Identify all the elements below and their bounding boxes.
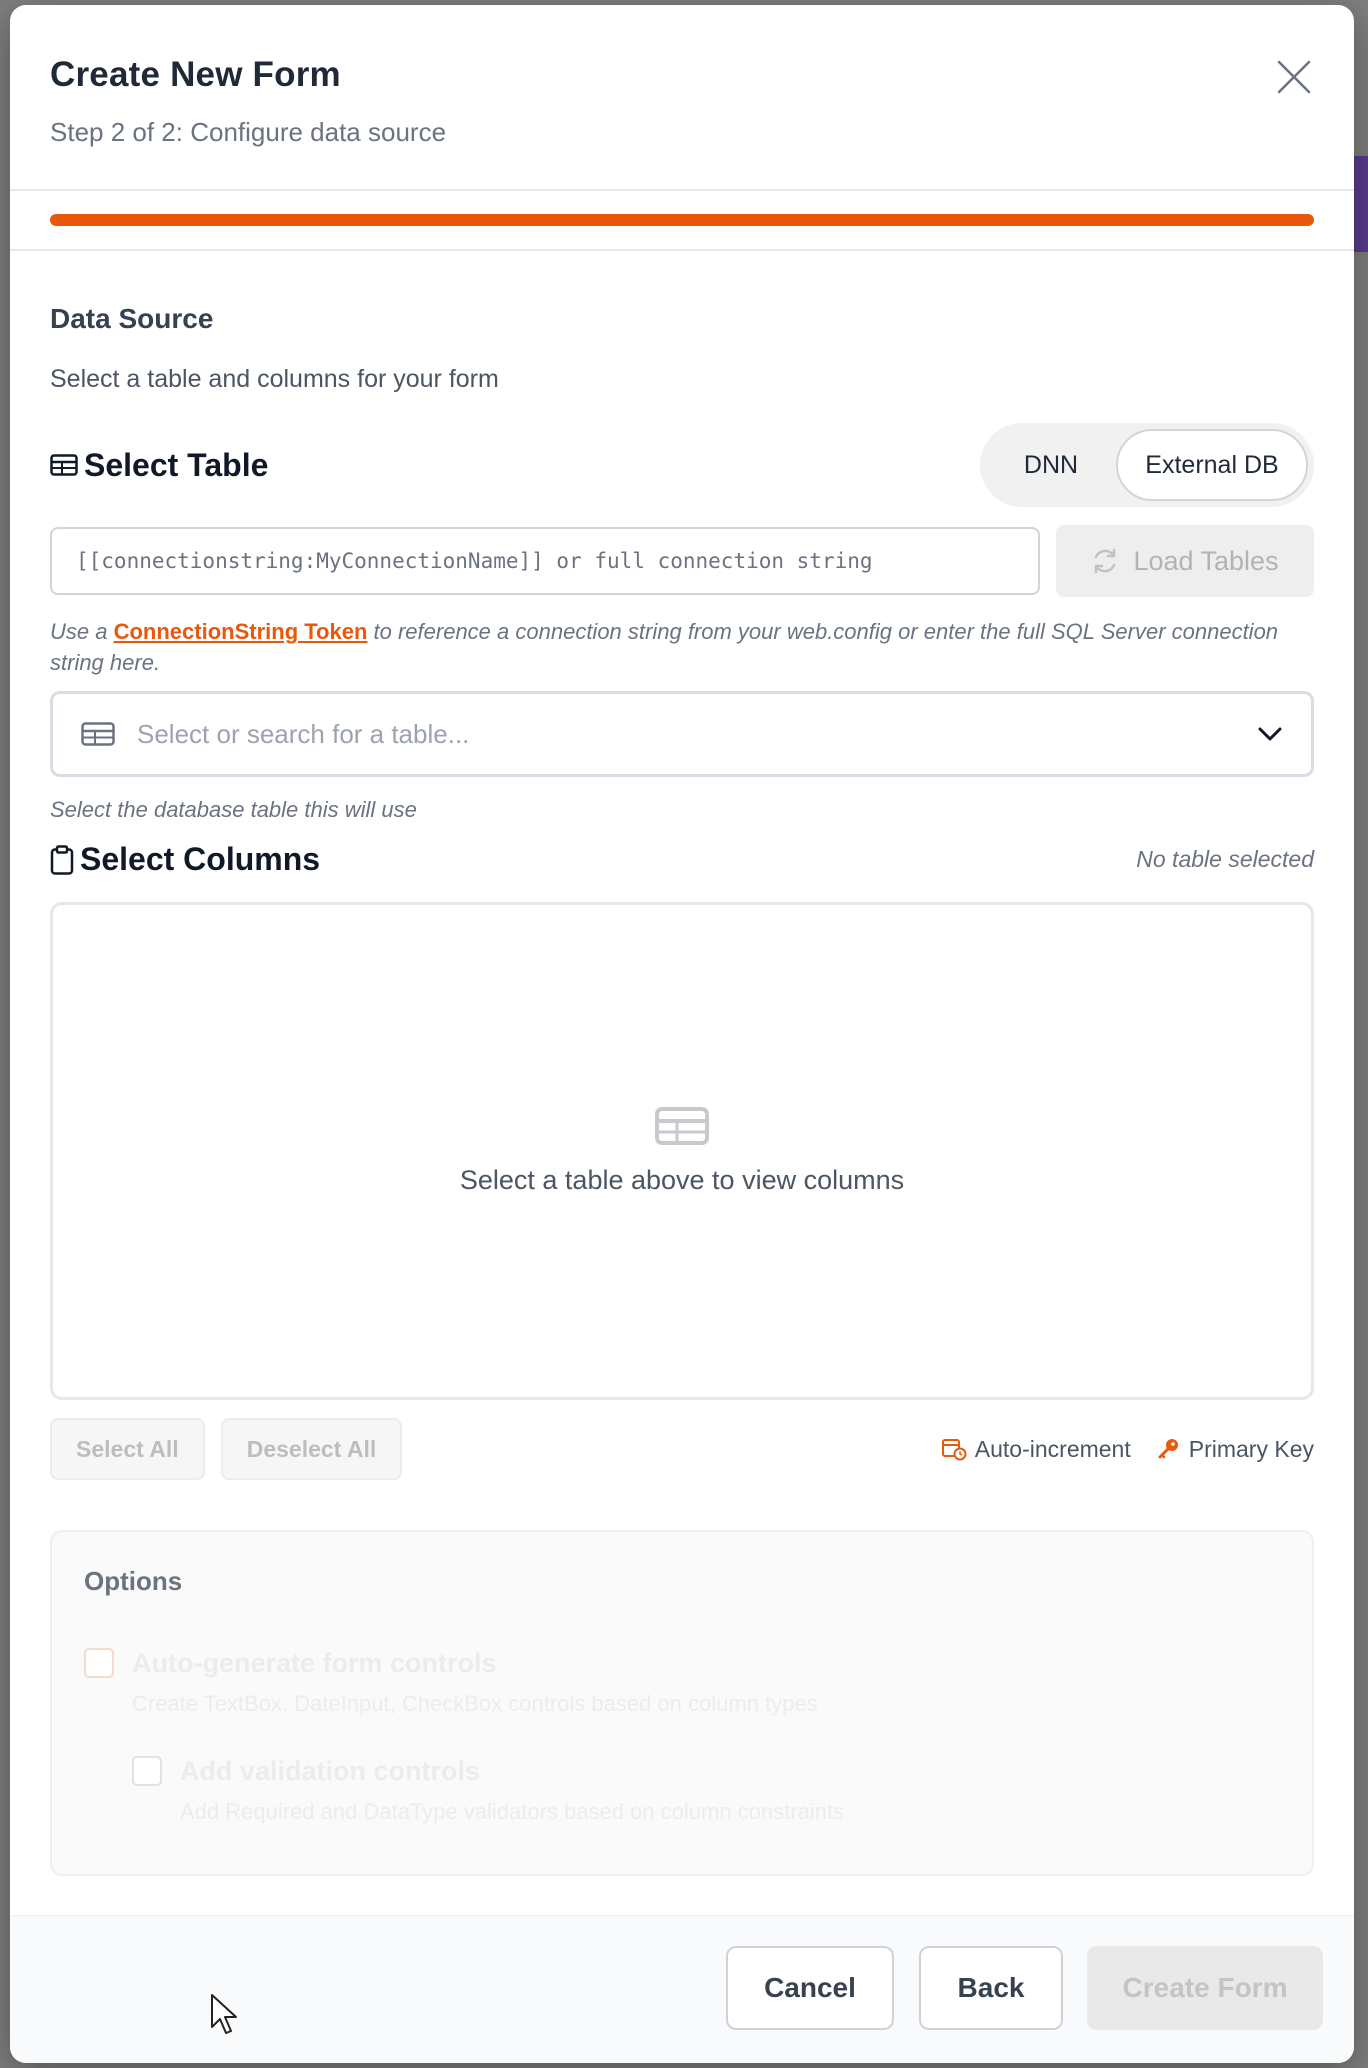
table-icon xyxy=(655,1106,709,1145)
auto-increment-icon xyxy=(941,1439,967,1461)
hint-prefix: Use a xyxy=(50,619,114,644)
select-table-header: Select Table DNN External DB xyxy=(50,423,1314,507)
table-select-placeholder: Select or search for a table... xyxy=(137,718,470,749)
deselect-all-button[interactable]: Deselect All xyxy=(220,1418,403,1480)
data-source-description: Select a table and columns for your form xyxy=(50,365,499,393)
load-tables-button[interactable]: Load Tables xyxy=(1056,525,1314,597)
modal-header: Create New Form Step 2 of 2: Configure d… xyxy=(10,5,1354,191)
auto-generate-option: Auto-generate form controls Create TextB… xyxy=(84,1648,818,1717)
table-select-dropdown[interactable]: Select or search for a table... xyxy=(50,691,1314,777)
connection-string-token-link[interactable]: ConnectionString Token xyxy=(114,619,368,644)
select-columns-label: Select Columns xyxy=(80,841,321,877)
options-heading: Options xyxy=(84,1566,183,1596)
options-panel: Options Auto-generate form controls Crea… xyxy=(50,1530,1314,1876)
modal-body: Data Source Select a table and columns f… xyxy=(50,251,1314,1876)
legend-auto-increment: Auto-increment xyxy=(941,1436,1131,1463)
select-all-button[interactable]: Select All xyxy=(50,1418,205,1480)
data-source-title: Data Source xyxy=(50,303,214,334)
toggle-external-db[interactable]: External DB xyxy=(1116,429,1308,501)
modal-footer: Cancel Back Create Form xyxy=(10,1915,1354,2063)
mouse-cursor-icon xyxy=(211,1994,237,2034)
auto-generate-description: Create TextBox, DateInput, CheckBox cont… xyxy=(132,1691,818,1716)
columns-empty-message: Select a table above to view columns xyxy=(459,1164,905,1195)
step-progress-bar xyxy=(50,214,1314,226)
select-table-label: Select Table xyxy=(84,446,269,483)
back-button[interactable]: Back xyxy=(919,1946,1063,2030)
validation-description: Add Required and DataType validators bas… xyxy=(180,1799,845,1824)
table-help-text: Select the database table this will use xyxy=(50,797,417,822)
table-icon xyxy=(81,722,115,746)
auto-generate-checkbox[interactable] xyxy=(84,1648,114,1678)
select-columns-header: Select Columns No table selected xyxy=(50,841,1314,878)
select-columns-heading: Select Columns xyxy=(50,841,320,878)
modal-subtitle: Step 2 of 2: Configure data source xyxy=(50,117,447,147)
toggle-dnn[interactable]: DNN xyxy=(986,429,1116,501)
column-bulk-actions: Select All Deselect All xyxy=(50,1418,418,1480)
legend-primary-key-label: Primary Key xyxy=(1188,1435,1314,1462)
create-form-modal: Create New Form Step 2 of 2: Configure d… xyxy=(10,5,1354,2063)
legend-auto-increment-label: Auto-increment xyxy=(974,1435,1131,1462)
chevron-down-icon xyxy=(1258,727,1282,741)
column-actions-row: Select All Deselect All Auto-increment P… xyxy=(50,1418,1314,1480)
connection-hint: Use a ConnectionString Token to referenc… xyxy=(50,616,1314,678)
clipboard-icon xyxy=(50,844,74,875)
close-button[interactable] xyxy=(1272,55,1316,99)
cancel-button[interactable]: Cancel xyxy=(726,1946,894,2030)
columns-panel: Select a table above to view columns xyxy=(50,902,1314,1400)
legend-primary-key: Primary Key xyxy=(1157,1436,1314,1463)
step-progress-fill xyxy=(50,214,1314,226)
refresh-icon xyxy=(1095,548,1116,574)
auto-generate-label: Auto-generate form controls xyxy=(132,1648,497,1678)
close-icon xyxy=(1277,60,1311,94)
validation-option: Add validation controls Add Required and… xyxy=(132,1756,844,1825)
source-toggle: DNN External DB xyxy=(980,423,1314,507)
connection-string-input[interactable] xyxy=(50,527,1040,595)
validation-label: Add validation controls xyxy=(180,1756,481,1786)
column-legend: Auto-increment Primary Key xyxy=(941,1436,1314,1463)
create-form-button[interactable]: Create Form xyxy=(1087,1946,1323,2030)
load-tables-label: Load Tables xyxy=(1133,545,1279,576)
validation-checkbox[interactable] xyxy=(132,1756,162,1786)
table-icon xyxy=(50,454,78,476)
connection-row: Load Tables xyxy=(50,525,1314,597)
column-selection-status: No table selected xyxy=(1136,846,1314,872)
select-table-heading: Select Table xyxy=(50,447,268,484)
modal-title: Create New Form xyxy=(50,55,341,94)
key-icon xyxy=(1158,1439,1178,1459)
